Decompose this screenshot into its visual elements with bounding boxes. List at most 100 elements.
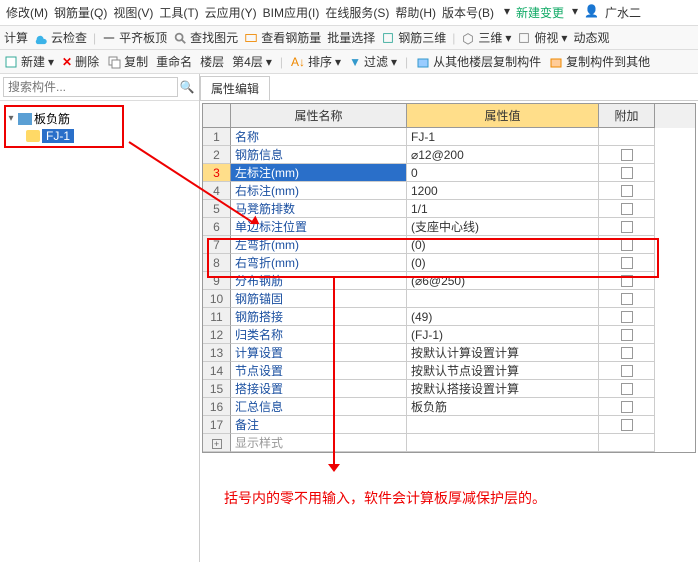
prop-extra[interactable] [599, 398, 655, 416]
grid-row[interactable]: 14节点设置按默认节点设置计算 [203, 362, 695, 380]
prop-extra[interactable] [599, 344, 655, 362]
3d-button[interactable]: 三维 ▾ [461, 29, 511, 46]
grid-row[interactable]: 1名称FJ-1 [203, 128, 695, 146]
grid-row[interactable]: 13计算设置按默认计算设置计算 [203, 344, 695, 362]
tree-node-slab-neg[interactable]: ▾ 板负筋 [6, 109, 120, 128]
menu-cloud[interactable]: 云应用(Y) [203, 3, 259, 22]
sort-button[interactable]: A↓ 排序 ▾ [291, 53, 341, 70]
floor-select[interactable]: 第4层 ▾ [232, 53, 272, 70]
component-tree[interactable]: ▾ 板负筋 FJ-1 [0, 101, 199, 152]
grid-row[interactable]: 15搭接设置按默认搭接设置计算 [203, 380, 695, 398]
prop-value[interactable]: FJ-1 [407, 128, 599, 146]
checkbox[interactable] [621, 167, 633, 179]
view-rebar-button[interactable]: 查看钢筋量 [244, 29, 321, 46]
prop-extra[interactable] [599, 254, 655, 272]
tab-property-edit[interactable]: 属性编辑 [200, 76, 270, 100]
grid-row[interactable]: 17备注 [203, 416, 695, 434]
checkbox[interactable] [621, 401, 633, 413]
flat-top-button[interactable]: 平齐板顶 [102, 29, 167, 46]
prop-extra[interactable] [599, 146, 655, 164]
prop-extra[interactable] [599, 164, 655, 182]
expand-icon[interactable]: + [212, 439, 222, 449]
grid-row[interactable]: 3左标注(mm)0 [203, 164, 695, 182]
batch-select-button[interactable]: 批量选择 [327, 29, 375, 46]
copy-to-button[interactable]: 复制构件到其他 [549, 53, 650, 70]
prop-extra[interactable] [599, 362, 655, 380]
grid-row[interactable]: 12归类名称(FJ-1) [203, 326, 695, 344]
grid-row[interactable]: + 18显示样式 [203, 434, 695, 452]
prop-value[interactable]: (支座中心线) [407, 218, 599, 236]
dynamic-view-button[interactable]: 动态观 [573, 29, 609, 46]
rebar-3d-button[interactable]: 钢筋三维 [381, 29, 446, 46]
menu-modify[interactable]: 修改(M) [4, 3, 50, 22]
checkbox[interactable] [621, 185, 633, 197]
user-icon[interactable]: 👤 [582, 3, 601, 22]
menu-tool[interactable]: 工具(T) [157, 3, 200, 22]
cloud-check-button[interactable]: 云检查 [34, 29, 87, 46]
checkbox[interactable] [621, 365, 633, 377]
new-button[interactable]: 新建 ▾ [4, 53, 54, 70]
rename-button[interactable]: 重命名 [156, 53, 192, 70]
prop-extra[interactable] [599, 380, 655, 398]
checkbox[interactable] [621, 311, 633, 323]
copy-from-button[interactable]: 从其他楼层复制构件 [416, 53, 541, 70]
grid-row[interactable]: 5马凳筋排数1/1 [203, 200, 695, 218]
grid-row[interactable]: 2钢筋信息⌀12@200 [203, 146, 695, 164]
prop-extra[interactable] [599, 218, 655, 236]
checkbox[interactable] [621, 275, 633, 287]
checkbox[interactable] [621, 149, 633, 161]
prop-extra[interactable] [599, 236, 655, 254]
grid-row[interactable]: 9分布钢筋(⌀6@250) [203, 272, 695, 290]
prop-value[interactable]: (49) [407, 308, 599, 326]
collapse-icon[interactable]: ▾ [6, 113, 16, 124]
prop-value[interactable]: 1200 [407, 182, 599, 200]
prop-value[interactable] [407, 416, 599, 434]
prop-value[interactable]: 按默认节点设置计算 [407, 362, 599, 380]
grid-row[interactable]: 6单边标注位置(支座中心线) [203, 218, 695, 236]
grid-row[interactable]: 8右弯折(mm)(0) [203, 254, 695, 272]
checkbox[interactable] [621, 347, 633, 359]
menu-view[interactable]: 视图(V) [111, 3, 155, 22]
prop-extra[interactable] [599, 290, 655, 308]
menu-help[interactable]: 帮助(H) [393, 3, 438, 22]
menu-newchange[interactable]: 新建变更 [514, 3, 566, 22]
prop-extra[interactable] [599, 416, 655, 434]
top-view-button[interactable]: 俯视 ▾ [517, 29, 567, 46]
prop-extra[interactable] [599, 326, 655, 344]
menu-user[interactable]: 广水二 [603, 3, 643, 22]
checkbox[interactable] [621, 383, 633, 395]
prop-value[interactable]: 按默认搭接设置计算 [407, 380, 599, 398]
prop-extra[interactable] [599, 308, 655, 326]
prop-value[interactable]: 1/1 [407, 200, 599, 218]
menu-version[interactable]: 版本号(B) [440, 3, 496, 22]
prop-extra[interactable] [599, 128, 655, 146]
prop-value[interactable]: 按默认计算设置计算 [407, 344, 599, 362]
grid-row[interactable]: 11钢筋搭接(49) [203, 308, 695, 326]
copy-button[interactable]: 复制 [107, 53, 148, 70]
grid-row[interactable]: 10钢筋锚固 [203, 290, 695, 308]
checkbox[interactable] [621, 257, 633, 269]
prop-extra[interactable] [599, 434, 655, 452]
tree-node-fj1[interactable]: FJ-1 [6, 128, 120, 144]
checkbox[interactable] [621, 293, 633, 305]
prop-extra[interactable] [599, 272, 655, 290]
prop-value[interactable]: 0 [407, 164, 599, 182]
prop-value[interactable]: (0) [407, 236, 599, 254]
prop-value[interactable]: ⌀12@200 [407, 146, 599, 164]
checkbox[interactable] [621, 329, 633, 341]
checkbox[interactable] [621, 203, 633, 215]
grid-row[interactable]: 4右标注(mm)1200 [203, 182, 695, 200]
delete-button[interactable]: ✕ 删除 [62, 53, 99, 70]
find-button[interactable]: 查找图元 [173, 29, 238, 46]
prop-value[interactable] [407, 434, 599, 452]
checkbox[interactable] [621, 221, 633, 233]
prop-extra[interactable] [599, 200, 655, 218]
grid-row[interactable]: 7左弯折(mm)(0) [203, 236, 695, 254]
checkbox[interactable] [621, 239, 633, 251]
search-icon[interactable]: 🔍 [178, 80, 196, 94]
search-input[interactable] [3, 77, 178, 97]
prop-value[interactable]: (0) [407, 254, 599, 272]
prop-extra[interactable] [599, 182, 655, 200]
checkbox[interactable] [621, 419, 633, 431]
filter-button[interactable]: ▼ 过滤 ▾ [349, 53, 397, 70]
